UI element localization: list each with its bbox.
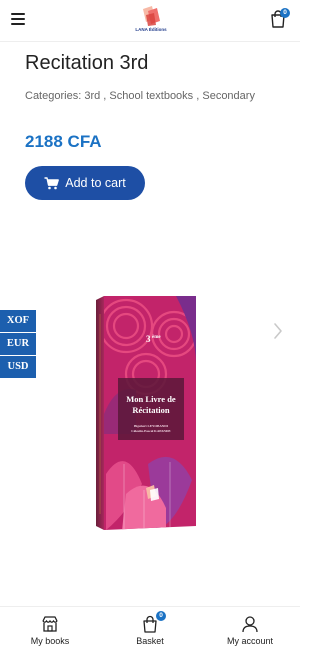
book-author-1: Bigobert LEYOBANDI <box>134 424 169 428</box>
book-level-number: 3 <box>146 334 151 344</box>
header-cart-button[interactable]: 0 <box>270 8 290 30</box>
category-link-school-textbooks[interactable]: School textbooks <box>109 90 193 102</box>
lana-editions-logo[interactable]: LANA Éditions <box>134 5 168 35</box>
nav-my-account[interactable]: My account <box>200 607 300 650</box>
chevron-right-icon <box>274 323 282 339</box>
cart-icon <box>44 176 60 189</box>
currency-usd-button[interactable]: USD <box>0 356 36 378</box>
cart-count-badge: 0 <box>280 8 290 18</box>
product-image-book-cover[interactable]: 3 ème Mon Livre de Récitation Bigobert L… <box>96 294 198 532</box>
nav-my-account-label: My account <box>226 636 274 646</box>
add-to-cart-label: Add to cart <box>65 176 126 190</box>
book-title-line2: Récitation <box>132 405 170 415</box>
top-header: LANA Éditions 0 <box>0 0 300 42</box>
currency-switcher: XOF EUR USD <box>0 310 36 379</box>
bottom-navigation: My books 0 Basket My account <box>0 606 300 650</box>
nav-my-books[interactable]: My books <box>0 607 100 650</box>
gallery-next-arrow[interactable] <box>273 322 283 340</box>
menu-icon[interactable] <box>11 13 25 25</box>
nav-basket-label: Basket <box>136 636 164 646</box>
currency-eur-button[interactable]: EUR <box>0 333 36 355</box>
user-icon <box>242 616 258 633</box>
nav-basket[interactable]: 0 Basket <box>100 607 200 650</box>
category-link-3rd[interactable]: 3rd <box>84 90 100 102</box>
book-cover-artwork: 3 ème Mon Livre de Récitation Bigobert L… <box>96 296 196 530</box>
book-author-2: Célestin-Pascal KAPANDE <box>131 429 171 433</box>
book-title-line1: Mon Livre de <box>126 394 176 404</box>
product-title: Recitation 3rd <box>25 52 149 74</box>
logo-mark-icon <box>143 6 160 26</box>
category-link-secondary[interactable]: Secondary <box>202 90 255 102</box>
nav-my-books-label: My books <box>30 636 70 646</box>
product-categories: Categories: 3rd , School textbooks , Sec… <box>25 90 255 102</box>
categories-label: Categories: <box>25 90 82 102</box>
basket-count-badge: 0 <box>156 611 166 621</box>
currency-xof-button[interactable]: XOF <box>0 310 36 332</box>
logo-text: LANA Éditions <box>135 27 167 32</box>
add-to-cart-button[interactable]: Add to cart <box>25 166 145 200</box>
store-icon <box>42 616 58 632</box>
product-price: 2188 CFA <box>25 132 102 151</box>
book-level-suffix: ème <box>152 335 161 340</box>
